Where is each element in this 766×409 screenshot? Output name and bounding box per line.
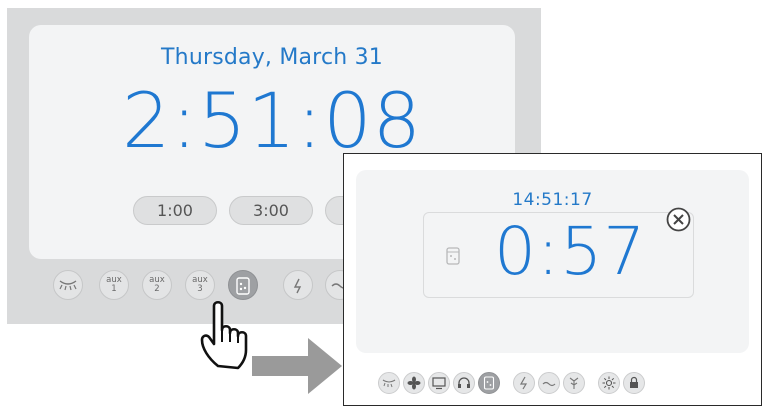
monitor-button[interactable] (428, 372, 450, 394)
lamp-button[interactable] (378, 372, 400, 394)
lightning-icon (293, 278, 302, 294)
fan-button[interactable] (403, 372, 425, 394)
fan-icon (407, 376, 421, 390)
countdown-value: 0:57 (494, 213, 647, 290)
sun-icon (602, 376, 616, 390)
time-display: 2:51:08 (122, 76, 422, 165)
small-control-panel: 14:51:17 0:57 (343, 153, 762, 406)
timer-icon (446, 247, 460, 265)
lamp-button[interactable] (53, 270, 83, 300)
headphones-button[interactable] (453, 372, 475, 394)
aux-2-button[interactable]: aux 2 (142, 270, 172, 300)
lock-button[interactable] (623, 372, 645, 394)
small-display-screen: 14:51:17 0:57 (356, 170, 749, 353)
antenna-button[interactable] (563, 372, 585, 394)
wave-icon (542, 381, 556, 387)
headphones-icon (458, 377, 470, 388)
lightning-button[interactable] (513, 372, 535, 394)
small-button-bar (356, 368, 749, 398)
aux-number: 2 (154, 283, 160, 294)
timer-icon (483, 376, 495, 390)
preset-button-1[interactable]: 1:00 (133, 196, 217, 225)
antenna-icon (569, 377, 579, 389)
timer-display-box: 0:57 (423, 212, 694, 298)
lock-icon (630, 376, 638, 388)
wave-button[interactable] (538, 372, 560, 394)
date-display: Thursday, March 31 (161, 45, 383, 70)
transition-arrow-icon (252, 338, 342, 394)
tap-hand-icon (200, 300, 248, 370)
brightness-button[interactable] (598, 372, 620, 394)
lightning-button[interactable] (283, 270, 313, 300)
monitor-icon (432, 377, 446, 390)
aux-number: 1 (111, 283, 117, 294)
preset-button-2[interactable]: 3:00 (229, 196, 313, 225)
lamp-icon (382, 379, 396, 388)
close-icon[interactable] (666, 207, 691, 232)
lamp-icon (59, 280, 77, 291)
timer-button[interactable] (478, 372, 500, 394)
lightning-icon (519, 376, 528, 390)
aux-1-button[interactable]: aux 1 (99, 270, 129, 300)
